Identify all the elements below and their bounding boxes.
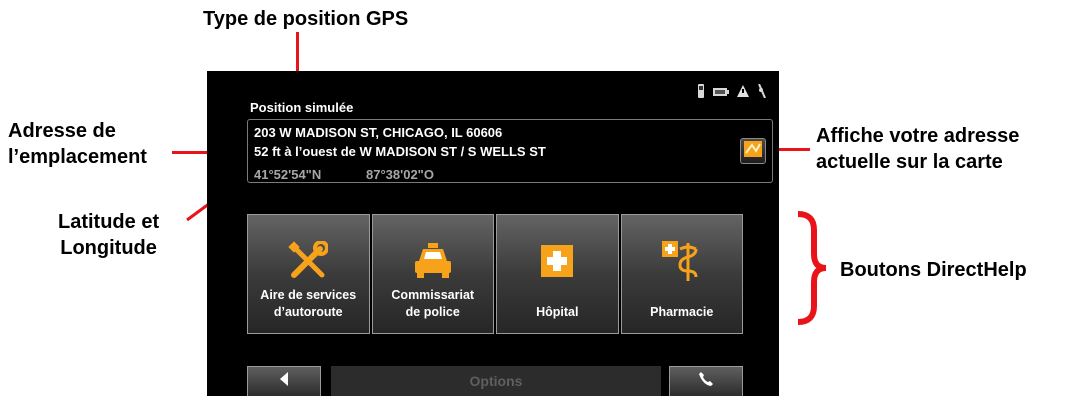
- callout-directhelp: Boutons DirectHelp: [840, 259, 1027, 281]
- address-line-2: 52 ft à l’ouest de W MADISON ST / S WELL…: [254, 144, 546, 159]
- callout-address: Adresse de l’emplacement: [8, 118, 147, 170]
- police-station-button[interactable]: Commissariat de police: [371, 214, 494, 334]
- callout-address-line1: Adresse de: [8, 120, 116, 142]
- highway-services-button[interactable]: Aire de services d’autoroute: [247, 214, 370, 334]
- callout-latlon-line1: Latitude et: [58, 211, 160, 233]
- pharmacy-label: Pharmacie: [650, 305, 714, 319]
- device-screen: Position simulée 203 W MADISON ST, CHICA…: [207, 71, 779, 396]
- latitude-value: 41°52'54"N: [254, 167, 322, 182]
- directhelp-buttons: Aire de services d’autoroute Commissaria…: [247, 214, 743, 334]
- back-button[interactable]: [247, 366, 321, 396]
- police-station-label-2: de police: [405, 305, 460, 319]
- phone-icon: [697, 83, 705, 103]
- position-type-label: Position simulée: [250, 100, 354, 115]
- battery-icon: [713, 84, 729, 102]
- back-arrow-icon: [279, 372, 289, 391]
- callout-gps-type: Type de position GPS: [203, 8, 409, 30]
- hospital-label: Hôpital: [536, 305, 579, 319]
- show-on-map-button[interactable]: [740, 138, 766, 164]
- address-box: 203 W MADISON ST, CHICAGO, IL 60606 52 f…: [247, 119, 773, 183]
- callout-latlon-line2: Longitude: [60, 237, 157, 259]
- police-station-label-1: Commissariat: [391, 288, 475, 302]
- pharmacy-icon: [622, 237, 743, 285]
- callout-map: Affiche votre adresse actuelle sur la ca…: [816, 123, 1019, 175]
- status-bar: [697, 83, 767, 103]
- pharmacy-button[interactable]: Pharmacie: [620, 214, 743, 334]
- options-button[interactable]: Options: [331, 366, 661, 396]
- callout-address-line2: l’emplacement: [8, 146, 147, 168]
- gps-signal-icon: [757, 83, 767, 103]
- call-button[interactable]: [669, 366, 743, 396]
- hospital-icon: [497, 237, 618, 285]
- police-car-icon: [373, 237, 494, 285]
- phone-call-icon: [698, 371, 714, 392]
- map-icon: [744, 140, 762, 162]
- highway-services-label-2: d’autoroute: [273, 305, 343, 319]
- callout-map-line2: actuelle sur la carte: [816, 151, 1003, 173]
- address-line-1: 203 W MADISON ST, CHICAGO, IL 60606: [254, 125, 503, 140]
- brace-icon: [797, 211, 827, 325]
- longitude-value: 87°38'02"O: [366, 167, 434, 182]
- hospital-button[interactable]: Hôpital: [496, 214, 619, 334]
- bottom-bar: Options: [207, 366, 779, 396]
- callout-map-line1: Affiche votre adresse: [816, 125, 1020, 147]
- highway-services-label-1: Aire de services: [260, 288, 357, 302]
- warning-icon: [737, 84, 749, 102]
- callout-latlon: Latitude et Longitude: [58, 209, 159, 261]
- tools-icon: [248, 237, 369, 285]
